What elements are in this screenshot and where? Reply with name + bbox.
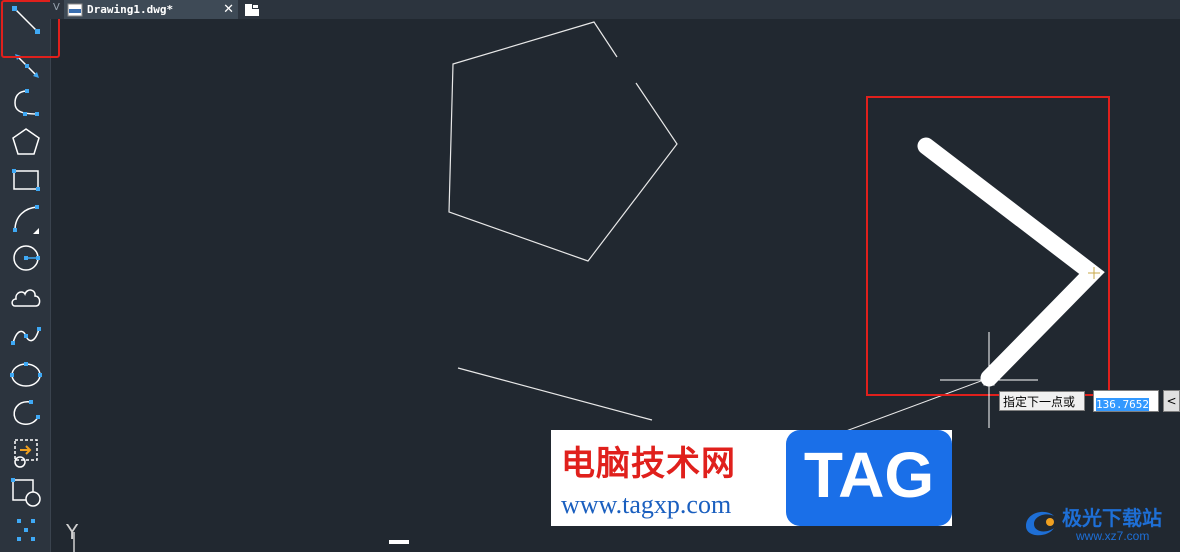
swirl-logo-icon (1026, 511, 1054, 536)
draw-toolbar (0, 0, 60, 552)
highlight-box-polyline (866, 96, 1110, 396)
tab-scroll-indicator[interactable]: V (53, 2, 60, 13)
document-tab-strip: V Drawing1.dwg* ✕ (50, 0, 1180, 19)
corner-logo-url: www.xz7.com (1076, 529, 1150, 543)
new-drawing-icon (245, 3, 259, 16)
dynamic-input-prompt: 指定下一点或 (999, 391, 1085, 411)
ucs-y-label: Y (66, 520, 79, 544)
make-block-icon (11, 478, 41, 507)
ucs-origin-marker (389, 540, 409, 544)
dynamic-input-value-field[interactable]: 136.7652 (1093, 390, 1159, 412)
spline-icon (11, 327, 41, 345)
line-entity[interactable] (457, 367, 653, 421)
watermark-banner: 电脑技术网 www.tagxp.com TAG (551, 430, 952, 526)
arc-tool-button[interactable] (5, 202, 47, 236)
cloud-icon (11, 289, 41, 307)
ellipse-arc-tool-button[interactable] (5, 397, 47, 431)
watermark-tag-text: TAG (803, 439, 935, 511)
thick-polyline-entity[interactable] (917, 137, 1105, 387)
ellipse-tool-button[interactable] (5, 358, 47, 392)
dynamic-input-value: 136.7652 (1096, 398, 1149, 411)
point-tool-button[interactable] (5, 513, 47, 547)
close-tab-icon[interactable]: ✕ (223, 0, 234, 19)
circle-tool-button[interactable] (5, 241, 47, 275)
watermark-title: 电脑技术网 (561, 444, 736, 484)
insert-block-tool-button[interactable] (5, 436, 47, 470)
corner-site-logo: 极光下载站 www.xz7.com (1020, 500, 1180, 552)
polyline-icon (14, 89, 39, 116)
dynamic-input-options-button[interactable]: < (1163, 390, 1180, 412)
circle-icon (13, 245, 40, 271)
arc-icon (13, 205, 39, 234)
watermark-url: www.tagxp.com (561, 490, 732, 519)
insert-block-icon (14, 439, 38, 468)
polyline-tool-button[interactable] (5, 86, 47, 120)
point-icon (17, 519, 35, 541)
polygon-tool-button[interactable] (5, 125, 47, 159)
watermark-tag-badge: TAG (786, 430, 952, 526)
rectangle-tool-button[interactable] (5, 163, 47, 197)
polygon-icon (12, 128, 40, 155)
pentagon-entity[interactable] (448, 21, 678, 262)
dwg-file-icon (67, 3, 83, 16)
tab-drawing1[interactable]: Drawing1.dwg* ✕ (64, 0, 238, 19)
ellipse-arc-icon (13, 400, 40, 425)
tab-title: Drawing1.dwg* (87, 3, 174, 16)
ellipse-icon (10, 362, 42, 387)
rectangle-icon (12, 169, 40, 191)
new-tab-button[interactable] (242, 1, 262, 18)
cloud-tool-button[interactable] (5, 280, 47, 314)
spline-tool-button[interactable] (5, 319, 47, 353)
corner-logo-text: 极光下载站 (1062, 506, 1162, 530)
make-block-tool-button[interactable] (5, 475, 47, 509)
